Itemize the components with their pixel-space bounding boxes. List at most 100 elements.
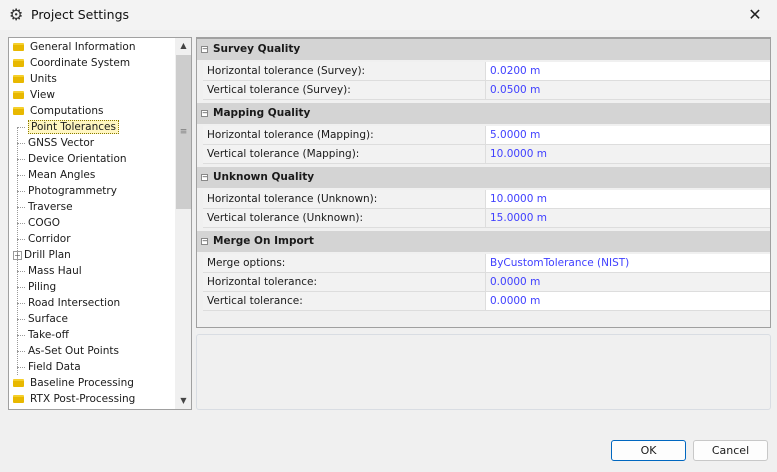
- property-label: Horizontal tolerance (Survey):: [203, 62, 486, 80]
- section-title: Mapping Quality: [213, 107, 311, 119]
- tree-connector: [17, 142, 25, 144]
- tree-item-label: Field Data: [28, 361, 81, 373]
- section-title: Merge On Import: [213, 235, 314, 247]
- property-label: Horizontal tolerance:: [203, 273, 486, 291]
- tree-connector: [17, 334, 25, 336]
- section-header[interactable]: − Survey Quality: [197, 39, 770, 60]
- tree-scrollbar[interactable]: ▲ ≡ ▼: [175, 38, 191, 409]
- property-row: Horizontal tolerance (Survey): 0.0200 m: [203, 62, 770, 81]
- property-row: Vertical tolerance: 0.0000 m: [203, 292, 770, 311]
- property-value[interactable]: 0.0000 m: [486, 292, 770, 310]
- collapse-icon[interactable]: −: [201, 174, 208, 181]
- tree-item[interactable]: Units: [13, 71, 57, 87]
- folder-icon: [13, 91, 24, 99]
- tree-item[interactable]: Surface: [17, 311, 68, 327]
- collapse-icon[interactable]: −: [201, 238, 208, 245]
- section: − Survey Quality Horizontal tolerance (Sur…: [197, 39, 770, 103]
- tree-item[interactable]: Traverse: [17, 199, 73, 215]
- tree-connector: [17, 350, 25, 352]
- tree-item[interactable]: Coordinate System: [13, 55, 130, 71]
- tree-item[interactable]: Device Orientation: [17, 151, 127, 167]
- property-value[interactable]: 15.0000 m: [486, 209, 770, 227]
- tree-item[interactable]: General Information: [13, 39, 136, 55]
- tree-connector: [17, 158, 25, 160]
- tree-item[interactable]: Piling: [17, 279, 56, 295]
- tree-item-label: RTX Post-Processing: [30, 393, 136, 405]
- tree-item-label: Units: [30, 73, 57, 85]
- property-label: Horizontal tolerance (Unknown):: [203, 190, 486, 208]
- tree-item-label: Surface: [28, 313, 69, 325]
- tree-item[interactable]: Mean Angles: [17, 167, 95, 183]
- tree-item[interactable]: View: [13, 87, 55, 103]
- section: − Merge On Import Merge options: ByCustomTo…: [197, 231, 770, 314]
- property-label: Vertical tolerance (Mapping):: [203, 145, 486, 163]
- tree-connector: [17, 126, 25, 128]
- tree-item[interactable]: GNSS Vector: [17, 135, 94, 151]
- property-value[interactable]: 0.0200 m: [486, 62, 770, 80]
- tree-item[interactable]: Network Adjustment: [13, 407, 137, 410]
- tree-item-label: Photogrammetry: [28, 185, 117, 197]
- scroll-up-arrow-icon[interactable]: ▲: [175, 38, 191, 54]
- tree-item-label: Network Adjustment: [30, 409, 137, 410]
- property-row: Vertical tolerance (Unknown): 15.0000 m: [203, 209, 770, 228]
- tree-item[interactable]: COGO: [17, 215, 60, 231]
- tree-connector: [17, 238, 25, 240]
- tree-item-label: General Information: [30, 41, 136, 53]
- tree-item[interactable]: Corridor: [17, 231, 71, 247]
- folder-icon: [13, 75, 24, 83]
- section-header[interactable]: − Unknown Quality: [197, 167, 770, 188]
- tree-item[interactable]: Take-off: [17, 327, 69, 343]
- tree-item[interactable]: Mass Haul: [17, 263, 82, 279]
- tree-item-label: Point Tolerances: [28, 120, 119, 134]
- property-row: Horizontal tolerance (Unknown): 10.0000 m: [203, 190, 770, 209]
- tree-item[interactable]: Field Data: [17, 359, 81, 375]
- tree-item[interactable]: Road Intersection: [17, 295, 120, 311]
- tree-item-label: Piling: [28, 281, 57, 293]
- tree-item[interactable]: + Drill Plan: [13, 247, 71, 263]
- section-header[interactable]: − Mapping Quality: [197, 103, 770, 124]
- tree-connector: [17, 174, 25, 176]
- section-header[interactable]: − Merge On Import: [197, 231, 770, 252]
- tree-connector: [17, 206, 25, 208]
- property-value[interactable]: ByCustomTolerance (NIST): [486, 254, 770, 272]
- property-label: Horizontal tolerance (Mapping):: [203, 126, 486, 144]
- property-value[interactable]: 10.0000 m: [486, 145, 770, 163]
- collapse-icon[interactable]: −: [201, 46, 208, 53]
- tree-item[interactable]: As-Set Out Points: [17, 343, 119, 359]
- settings-tree[interactable]: General Information Coordinate System Unit…: [8, 37, 192, 410]
- folder-icon: [13, 59, 24, 67]
- scroll-down-arrow-icon[interactable]: ▼: [175, 393, 191, 409]
- tree-item[interactable]: Baseline Processing: [13, 375, 134, 391]
- tree-item[interactable]: Computations: [13, 103, 103, 119]
- section: − Unknown Quality Horizontal tolerance (Un…: [197, 167, 770, 231]
- tree-connector: [17, 286, 25, 288]
- tree-item[interactable]: Point Tolerances: [17, 119, 119, 135]
- tree-item-label: Baseline Processing: [30, 377, 134, 389]
- property-label: Vertical tolerance (Survey):: [203, 81, 486, 99]
- property-label: Vertical tolerance:: [203, 292, 486, 310]
- property-label: Merge options:: [203, 254, 486, 272]
- collapse-icon[interactable]: −: [201, 110, 208, 117]
- tree-item-label: View: [30, 89, 55, 101]
- property-value[interactable]: 10.0000 m: [486, 190, 770, 208]
- tree-item-label: GNSS Vector: [28, 137, 95, 149]
- tree-item-label: Coordinate System: [30, 57, 131, 69]
- property-value[interactable]: 5.0000 m: [486, 126, 770, 144]
- tree-item-label: Mean Angles: [28, 169, 96, 181]
- property-row: Horizontal tolerance (Mapping): 5.0000 m: [203, 126, 770, 145]
- close-button[interactable]: ✕: [740, 4, 770, 26]
- property-label: Vertical tolerance (Unknown):: [203, 209, 486, 227]
- property-value[interactable]: 0.0500 m: [486, 81, 770, 99]
- cancel-button[interactable]: Cancel: [693, 440, 768, 461]
- tree-item-label: Computations: [30, 105, 104, 117]
- scroll-thumb[interactable]: ≡: [176, 55, 191, 209]
- tree-item[interactable]: RTX Post-Processing: [13, 391, 135, 407]
- section-title: Survey Quality: [213, 43, 301, 55]
- tree-item-label: Road Intersection: [28, 297, 121, 309]
- tree-item-label: Corridor: [28, 233, 71, 245]
- ok-button[interactable]: OK: [611, 440, 686, 461]
- tree-item[interactable]: Photogrammetry: [17, 183, 117, 199]
- tree-connector: [17, 270, 25, 272]
- folder-icon: [13, 379, 24, 387]
- property-value[interactable]: 0.0000 m: [486, 273, 770, 291]
